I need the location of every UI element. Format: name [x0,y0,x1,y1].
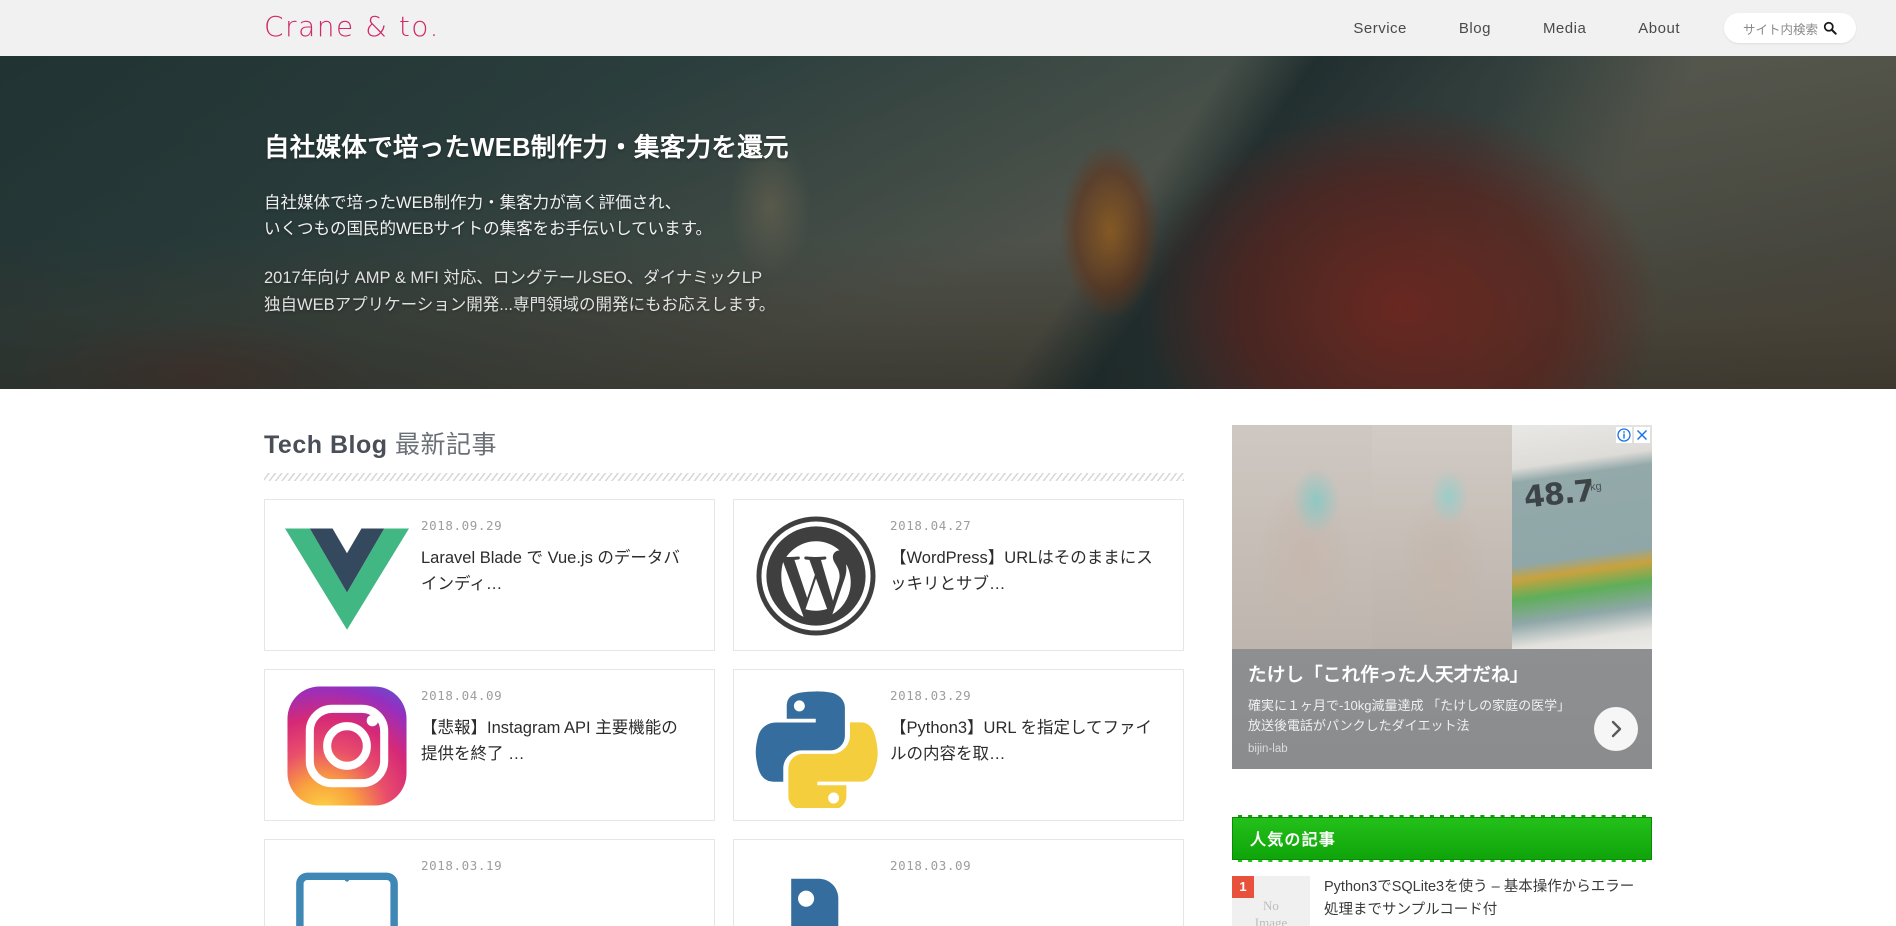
hero-banner: 自社媒体で培ったWEB制作力・集客力を還元 自社媒体で培ったWEB制作力・集客力… [0,56,1896,389]
post-thumbnail [754,514,878,638]
page-root: Crane & to. Service Blog Media About サイト… [0,0,1896,926]
ad-next-button[interactable] [1594,706,1638,751]
post-card[interactable]: 2018.03.19 [264,839,715,926]
post-date: 2018.03.09 [890,858,972,873]
ad-description: 確実に１ヶ月で-10kg減量達成 「たけしの家庭の医学」放送後電話がパンクしたダ… [1248,698,1571,733]
section-header: Tech Blog 最新記事 [264,425,1184,481]
post-date: 2018.03.19 [421,858,503,873]
ad-image[interactable]: 48.7 kg [1232,425,1652,649]
post-card[interactable]: 2018.04.27 【WordPress】URLはそのままにスッキリとサブ… [733,499,1184,651]
post-thumbnail [285,854,409,926]
ad-source: bijin-lab [1248,742,1288,755]
hero-lead-line-2: いくつもの国民的WEBサイトの集客をお手伝いしています。 [264,220,712,239]
sidebar: 48.7 kg たけし「これ作った人天才だね」 確実に１ヶ月で-10kg減量達成… [1232,425,1652,926]
list-item[interactable]: 1 No Image Python3でSQLite3を使う – 基本操作からエラ… [1232,875,1652,926]
post-body: 2018.04.09 【悲報】Instagram API 主要機能の提供を終了 … [421,670,705,767]
ad-image-pane-scale: 48.7 kg [1512,425,1652,649]
post-thumbnail [754,854,878,926]
post-title[interactable]: Laravel Blade で Vue.js のデータバインディ… [421,545,689,597]
popular-article-title[interactable]: Python3でSQLite3を使う – 基本操作からエラー処理までサンプルコー… [1324,876,1644,926]
page-title: Tech Blog 最新記事 [264,425,1184,461]
post-card[interactable]: 2018.04.09 【悲報】Instagram API 主要機能の提供を終了 … [264,669,715,821]
post-body: 2018.03.29 【Python3】URL を指定してファイルの内容を取… [890,670,1174,767]
post-body: 2018.03.19 [421,840,518,885]
post-thumbnail [285,514,409,638]
section-title-en: Tech Blog [264,431,388,459]
post-thumbnail [285,684,409,808]
main-wrapper: Tech Blog 最新記事 2018.09.29 Laravel Blade … [0,389,1896,926]
chevron-right-icon [1605,718,1627,740]
ad-title[interactable]: たけし「これ作った人天才だね」 [1248,661,1636,687]
popular-articles-header: 人気の記事 [1232,814,1652,862]
advertisement-unit[interactable]: 48.7 kg たけし「これ作った人天才だね」 確実に１ヶ月で-10kg減量達成… [1232,425,1652,769]
site-header: Crane & to. Service Blog Media About サイト… [0,0,1896,56]
post-body: 2018.03.09 [890,840,987,885]
post-date: 2018.04.27 [890,518,972,533]
hero-title: 自社媒体で培ったWEB制作力・集客力を還元 [264,133,789,162]
section-title-jp: 最新記事 [394,431,497,459]
popular-articles-list: 1 No Image Python3でSQLite3を使う – 基本操作からエラ… [1232,862,1652,926]
post-title[interactable]: 【Python3】URL を指定してファイルの内容を取… [890,715,1158,767]
popular-articles-box: 人気の記事 1 No Image Python3でSQLite3を使う – 基本… [1232,814,1652,926]
post-title[interactable]: 【WordPress】URLはそのままにスッキリとサブ… [890,545,1158,597]
post-date: 2018.04.09 [421,688,503,703]
wordpress-logo-icon [754,514,878,638]
no-image-placeholder: No Image [1255,898,1287,926]
nav-item-blog[interactable]: Blog [1433,20,1517,37]
vue-logo-icon [285,514,409,638]
ad-scale-value: 48.7 [1522,473,1596,516]
search-box[interactable]: サイト内検索 [1724,13,1856,43]
hero-sub-line-2: 独自WEBアプリケーション開発...専門領域の開発にもお応えします。 [264,295,776,314]
hero-lead: 自社媒体で培ったWEB制作力・集客力が高く評価され、 いくつもの国民的WEBサイ… [264,190,1244,243]
rank-badge: 1 [1232,875,1254,898]
hero-content: 自社媒体で培ったWEB制作力・集客力を還元 自社媒体で培ったWEB制作力・集客力… [264,56,1244,389]
no-image-line-2: Image [1254,914,1288,926]
post-date: 2018.09.29 [421,518,503,533]
popular-articles-heading: 人気の記事 [1250,832,1337,849]
python-head-logo-icon [754,854,878,926]
ad-image-pane-front [1232,425,1372,649]
adchoices-info-icon[interactable] [1616,427,1632,443]
ad-text-block[interactable]: たけし「これ作った人天才だね」 確実に１ヶ月で-10kg減量達成 「たけしの家庭… [1232,649,1652,769]
nav-item-service[interactable]: Service [1327,20,1433,37]
nav-item-about[interactable]: About [1612,20,1706,37]
hero-lead-line-1: 自社媒体で培ったWEB制作力・集客力が高く評価され、 [264,193,682,212]
post-thumbnail [754,684,878,808]
site-logo[interactable]: Crane & to. [264,10,440,43]
main-navigation: Service Blog Media About サイト内検索 [1327,0,1856,56]
no-image-line-1: No [1263,898,1279,914]
search-input[interactable]: サイト内検索 [1743,19,1818,38]
post-card-grid: 2018.09.29 Laravel Blade で Vue.js のデータバイ… [264,499,1184,926]
close-icon[interactable] [1634,427,1650,443]
search-icon[interactable] [1823,21,1837,35]
ad-image-pane-side [1372,425,1512,649]
instagram-logo-icon [285,684,409,808]
post-body: 2018.04.27 【WordPress】URLはそのままにスッキリとサブ… [890,500,1174,597]
post-card[interactable]: 2018.09.29 Laravel Blade で Vue.js のデータバイ… [264,499,715,651]
post-card[interactable]: 2018.03.29 【Python3】URL を指定してファイルの内容を取… [733,669,1184,821]
post-title[interactable]: 【悲報】Instagram API 主要機能の提供を終了 … [421,715,689,767]
post-date: 2018.03.29 [890,688,972,703]
post-card[interactable]: 2018.03.09 [733,839,1184,926]
python-logo-icon [754,684,878,808]
ad-scale-unit: kg [1589,480,1603,494]
tablet-logo-icon [285,854,409,926]
hero-sub: 2017年向け AMP & MFI 対応、ロングテールSEO、ダイナミックLP … [264,265,1244,318]
popular-thumbnail: 1 No Image [1232,875,1310,926]
post-body: 2018.09.29 Laravel Blade で Vue.js のデータバイ… [421,500,705,597]
ad-choices-controls[interactable] [1616,427,1650,443]
content-column: Tech Blog 最新記事 2018.09.29 Laravel Blade … [264,425,1184,926]
hero-sub-line-1: 2017年向け AMP & MFI 対応、ロングテールSEO、ダイナミックLP [264,269,763,287]
section-divider [264,473,1184,481]
nav-item-media[interactable]: Media [1517,20,1612,37]
